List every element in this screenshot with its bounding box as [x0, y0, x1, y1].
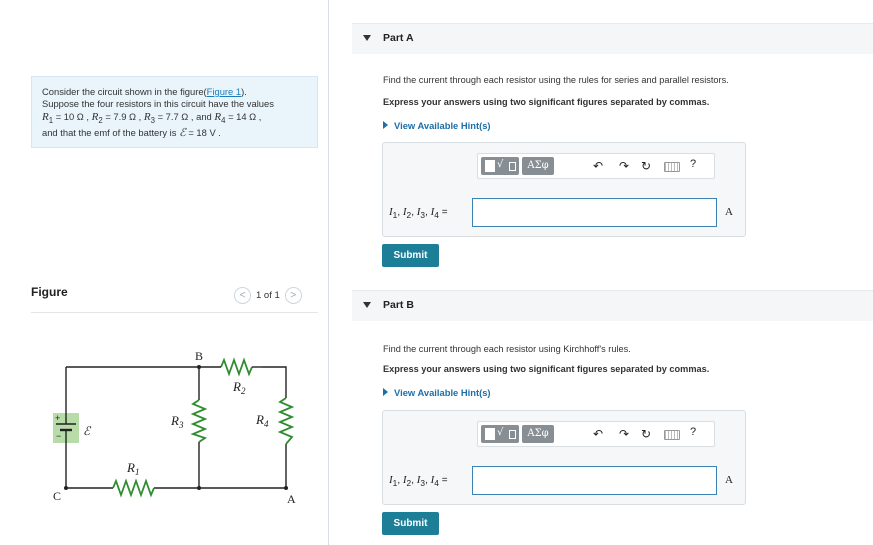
top-wire-right: [262, 366, 287, 398]
undo-icon[interactable]: ↶: [590, 158, 606, 174]
left-panel: Consider the circuit shown in the figure…: [0, 0, 329, 545]
bottom-wire: [154, 444, 287, 489]
part-b-header[interactable]: Part B: [352, 290, 873, 321]
left-wire-bottom: [65, 441, 113, 489]
resistor-r2: [220, 357, 253, 377]
resistor-r1: [112, 478, 155, 498]
greek-symbols-button[interactable]: ΑΣφ: [522, 157, 554, 175]
label-r4: R4: [255, 412, 269, 429]
help-icon[interactable]: ?: [690, 426, 696, 438]
part-b-answer-box: √ ΑΣφ ↶ ↷ ↻ ? I1, I2, I3, I4 = A: [382, 410, 746, 505]
circuit-diagram[interactable]: + − B C A ℰ R2 R3 R4 R1: [31, 340, 306, 510]
battery-minus-sign: −: [56, 431, 61, 441]
reset-icon[interactable]: ↻: [638, 426, 654, 442]
problem-line-2: Suppose the four resistors in this circu…: [42, 98, 274, 110]
label-a: A: [287, 492, 296, 506]
help-icon[interactable]: ?: [690, 158, 696, 170]
problem-text: ).: [241, 86, 247, 97]
greek-symbols-button[interactable]: ΑΣφ: [522, 425, 554, 443]
problem-line-1: Consider the circuit shown in the figure…: [42, 86, 307, 98]
figure-title: Figure: [31, 285, 68, 299]
part-a-answer-box: √ ΑΣφ ↶ ↷ ↻ ? I1, I2, I3, I4 = A: [382, 142, 746, 237]
part-a-equation-label: I1, I2, I3, I4 =: [389, 206, 448, 220]
label-b: B: [195, 349, 203, 363]
problem-line-4: and that the emf of the battery is ℰ = 1…: [42, 127, 307, 139]
figure-pager: < 1 of 1 >: [234, 286, 302, 304]
label-r3: R3: [170, 413, 184, 430]
emf-value: = 18 V .: [185, 127, 221, 139]
label-r1: R1: [126, 460, 139, 477]
part-b-unit: A: [725, 474, 733, 486]
collapse-triangle-icon[interactable]: [363, 35, 371, 41]
hint-arrow-icon: [383, 388, 388, 396]
node-b: [197, 365, 201, 369]
reset-icon[interactable]: ↻: [638, 158, 654, 174]
figure-divider: [31, 312, 318, 313]
part-b-format: Express your answers using two significa…: [383, 364, 710, 374]
r1-value: = 10 Ω ,: [53, 110, 92, 122]
battery-plus-sign: +: [55, 413, 60, 423]
r3-value: = 7.7 Ω , and: [154, 110, 215, 122]
node-a: [284, 486, 288, 490]
part-b-math-toolbar: √ ΑΣφ ↶ ↷ ↻ ?: [477, 421, 715, 447]
part-b-submit-button[interactable]: Submit: [382, 512, 439, 535]
sep: =: [438, 475, 448, 486]
pager-count: 1 of 1: [256, 289, 280, 301]
part-a-header[interactable]: Part A: [352, 23, 873, 54]
part-a-submit-button[interactable]: Submit: [382, 244, 439, 267]
part-a-answer-input[interactable]: [472, 198, 717, 227]
templates-icon[interactable]: √: [481, 157, 519, 175]
r2-value: = 7.9 Ω ,: [102, 110, 144, 122]
part-b-equation-label: I1, I2, I3, I4 =: [389, 474, 448, 488]
label-r2: R2: [232, 379, 246, 396]
label-c: C: [53, 489, 61, 503]
hint-text: View Available Hint(s): [394, 387, 491, 398]
part-a-hint-link[interactable]: View Available Hint(s): [383, 120, 491, 131]
hint-text: View Available Hint(s): [394, 120, 491, 131]
problem-line-3: R1 = 10 Ω , R2 = 7.9 Ω , R3 = 7.7 Ω , an…: [42, 111, 307, 127]
part-b-answer-input[interactable]: [472, 466, 717, 495]
node-bottom-mid: [197, 486, 201, 490]
templates-icon[interactable]: √: [481, 425, 519, 443]
keyboard-icon[interactable]: [664, 162, 680, 172]
resistor-r4: [277, 397, 295, 445]
label-emf: ℰ: [83, 424, 92, 438]
part-b-label: Part B: [383, 299, 414, 311]
node-c: [64, 486, 68, 490]
figure-link[interactable]: Figure 1: [207, 86, 241, 97]
sep: =: [438, 207, 448, 218]
r4-value: = 14 Ω ,: [225, 110, 262, 122]
problem-statement: Consider the circuit shown in the figure…: [31, 76, 318, 148]
problem-text: Consider the circuit shown in the figure…: [42, 86, 207, 97]
prev-figure-button[interactable]: <: [234, 286, 251, 304]
part-b-hint-link[interactable]: View Available Hint(s): [383, 387, 491, 398]
undo-icon[interactable]: ↶: [590, 426, 606, 442]
part-b-instruction: Find the current through each resistor u…: [383, 344, 631, 354]
next-figure-button[interactable]: >: [284, 286, 302, 304]
part-a-instruction: Find the current through each resistor u…: [383, 75, 729, 85]
r1-symbol: R: [42, 110, 49, 123]
redo-icon[interactable]: ↷: [616, 426, 632, 442]
r3-symbol: R: [143, 110, 151, 123]
problem-text: and that the emf of the battery is: [42, 127, 180, 139]
resistor-r3: [190, 399, 208, 443]
keyboard-icon[interactable]: [664, 430, 680, 440]
part-a-math-toolbar: √ ΑΣφ ↶ ↷ ↻ ?: [477, 153, 715, 179]
part-a-unit: A: [725, 206, 733, 218]
part-a-format: Express your answers using two significa…: [383, 97, 710, 107]
emf-symbol: ℰ: [179, 127, 186, 140]
redo-icon[interactable]: ↷: [616, 158, 632, 174]
collapse-triangle-icon[interactable]: [363, 302, 371, 308]
part-a-label: Part A: [383, 32, 414, 44]
hint-arrow-icon: [383, 121, 388, 129]
